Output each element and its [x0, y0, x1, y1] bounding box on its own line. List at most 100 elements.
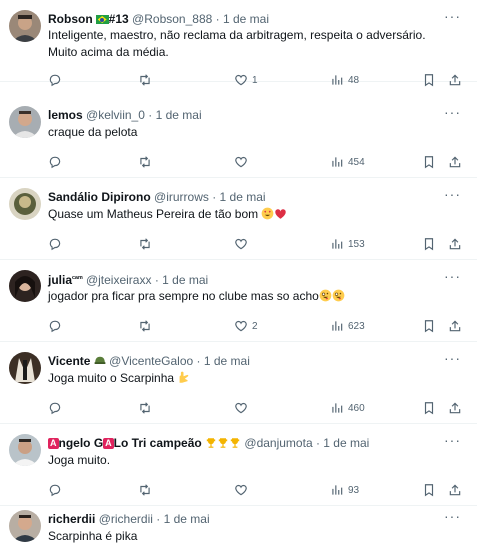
- avatar[interactable]: [9, 434, 41, 466]
- author-handle[interactable]: @irurrows: [154, 190, 209, 204]
- tweet-text-row: jogador pra ficar pra sempre no clube ma…: [48, 288, 457, 307]
- share-button[interactable]: [448, 481, 462, 499]
- zany-face-emoji-icon: [319, 289, 332, 307]
- share-button[interactable]: [448, 235, 462, 253]
- retweet-button[interactable]: [138, 71, 152, 89]
- author-name[interactable]: Angelo G A Lo Tri campeão: [48, 436, 202, 450]
- like-button[interactable]: 1: [234, 71, 258, 89]
- tweet-time[interactable]: · 1 de mai: [156, 512, 209, 526]
- author-handle[interactable]: @jteixeiraxx: [86, 273, 152, 287]
- reply-icon: [48, 237, 62, 251]
- author-name[interactable]: Sandálio Dipirono: [48, 190, 151, 204]
- share-icon: [448, 319, 462, 333]
- views-button[interactable]: 454: [330, 153, 365, 171]
- tweet-item[interactable]: Sandálio Dipirono @irurrows · 1 de mai ·…: [0, 178, 477, 260]
- author-name[interactable]: lemos: [48, 108, 83, 122]
- author-handle[interactable]: @kelviin_0: [86, 108, 145, 122]
- share-button[interactable]: [448, 317, 462, 335]
- like-button[interactable]: [234, 153, 248, 171]
- bookmark-button[interactable]: [422, 235, 436, 253]
- avatar[interactable]: [9, 352, 41, 384]
- author-name[interactable]: Vicente: [48, 354, 90, 368]
- share-icon: [448, 237, 462, 251]
- views-button[interactable]: 623: [330, 317, 365, 335]
- reply-button[interactable]: [48, 153, 62, 171]
- retweet-button[interactable]: [138, 153, 152, 171]
- views-button[interactable]: 48: [330, 71, 359, 89]
- avatar[interactable]: [9, 188, 41, 220]
- like-button[interactable]: [234, 235, 248, 253]
- bookmark-icon: [422, 483, 436, 497]
- bookmark-button[interactable]: [422, 399, 436, 417]
- author-handle[interactable]: @richerdii: [99, 512, 153, 526]
- more-icon[interactable]: ···: [444, 433, 461, 447]
- tweet-time[interactable]: · 1 de mai: [148, 108, 201, 122]
- more-icon[interactable]: ···: [444, 105, 461, 119]
- tweet-item[interactable]: Vicente @VicenteGaloo · 1 de mai ··· Jog…: [0, 342, 477, 424]
- share-button[interactable]: [448, 399, 462, 417]
- bookmark-icon: [422, 319, 436, 333]
- share-icon: [448, 483, 462, 497]
- author-name[interactable]: richerdii: [48, 512, 95, 526]
- bookmark-button[interactable]: [422, 481, 436, 499]
- tweet-time[interactable]: · 1 de mai: [212, 190, 265, 204]
- author-handle[interactable]: @VicenteGaloo: [109, 354, 193, 368]
- tweet-text: Scarpinha é pika: [48, 529, 138, 543]
- bookmark-button[interactable]: [422, 71, 436, 89]
- reply-button[interactable]: [48, 317, 62, 335]
- share-icon: [448, 73, 462, 87]
- author-handle[interactable]: @danjumota: [244, 436, 312, 450]
- view-count: 460: [348, 402, 365, 414]
- tweet-item[interactable]: richerdii @richerdii · 1 de mai ··· Scar…: [0, 500, 477, 557]
- tweet-time[interactable]: · 1 de mai: [155, 273, 208, 287]
- avatar[interactable]: [9, 510, 41, 542]
- heart-icon: [234, 73, 248, 87]
- tweet-time[interactable]: · 1 de mai: [316, 436, 369, 450]
- avatar[interactable]: [9, 270, 41, 302]
- bookmark-button[interactable]: [422, 153, 436, 171]
- avatar[interactable]: [9, 10, 41, 42]
- bookmark-icon: [422, 155, 436, 169]
- views-icon: [330, 237, 344, 251]
- like-button[interactable]: [234, 481, 248, 499]
- share-button[interactable]: [448, 71, 462, 89]
- heart-icon: [234, 155, 248, 169]
- avatar[interactable]: [9, 106, 41, 138]
- author-name[interactable]: Robson: [48, 12, 93, 26]
- tweet-item[interactable]: Robson #13 @Robson_888 · 1 de mai ··· Int…: [0, 0, 477, 87]
- more-icon[interactable]: ···: [444, 269, 461, 283]
- tweet-time[interactable]: · 1 de mai: [197, 354, 250, 368]
- reply-button[interactable]: [48, 71, 62, 89]
- more-icon[interactable]: ···: [444, 509, 461, 523]
- like-button[interactable]: 2: [234, 317, 258, 335]
- tweet-actions: 460: [48, 399, 461, 417]
- reply-icon: [48, 483, 62, 497]
- share-button[interactable]: [448, 153, 462, 171]
- more-icon[interactable]: ···: [444, 351, 461, 365]
- tweet-item[interactable]: juliaᶜᵃᵐ @jteixeiraxx · 1 de mai ··· jog…: [0, 260, 477, 342]
- reply-button[interactable]: [48, 481, 62, 499]
- author-handle[interactable]: @Robson_888: [132, 12, 212, 26]
- more-icon[interactable]: ···: [444, 187, 461, 201]
- author-name[interactable]: julia: [48, 273, 72, 287]
- tweet-header: Vicente @VicenteGaloo · 1 de mai: [48, 352, 437, 370]
- retweet-button[interactable]: [138, 235, 152, 253]
- reply-button[interactable]: [48, 399, 62, 417]
- tweet-text-row: Quase um Matheus Pereira de tão bom: [48, 206, 457, 225]
- zany-face-emoji-icon: [332, 289, 345, 307]
- more-icon[interactable]: ···: [444, 9, 461, 23]
- tweet-item[interactable]: lemos @kelviin_0 · 1 de mai ··· craque d…: [0, 96, 477, 178]
- retweet-button[interactable]: [138, 399, 152, 417]
- tweet-time[interactable]: · 1 de mai: [216, 12, 269, 26]
- views-button[interactable]: 153: [330, 235, 365, 253]
- tweet-item[interactable]: Angelo G A Lo Tri campeão @danjumota · 1 d…: [0, 424, 477, 506]
- retweet-button[interactable]: [138, 481, 152, 499]
- retweet-button[interactable]: [138, 317, 152, 335]
- bookmark-button[interactable]: [422, 317, 436, 335]
- reply-icon: [48, 319, 62, 333]
- reply-button[interactable]: [48, 235, 62, 253]
- views-button[interactable]: 93: [330, 481, 359, 499]
- retweet-icon: [138, 483, 152, 497]
- like-button[interactable]: [234, 399, 248, 417]
- views-button[interactable]: 460: [330, 399, 365, 417]
